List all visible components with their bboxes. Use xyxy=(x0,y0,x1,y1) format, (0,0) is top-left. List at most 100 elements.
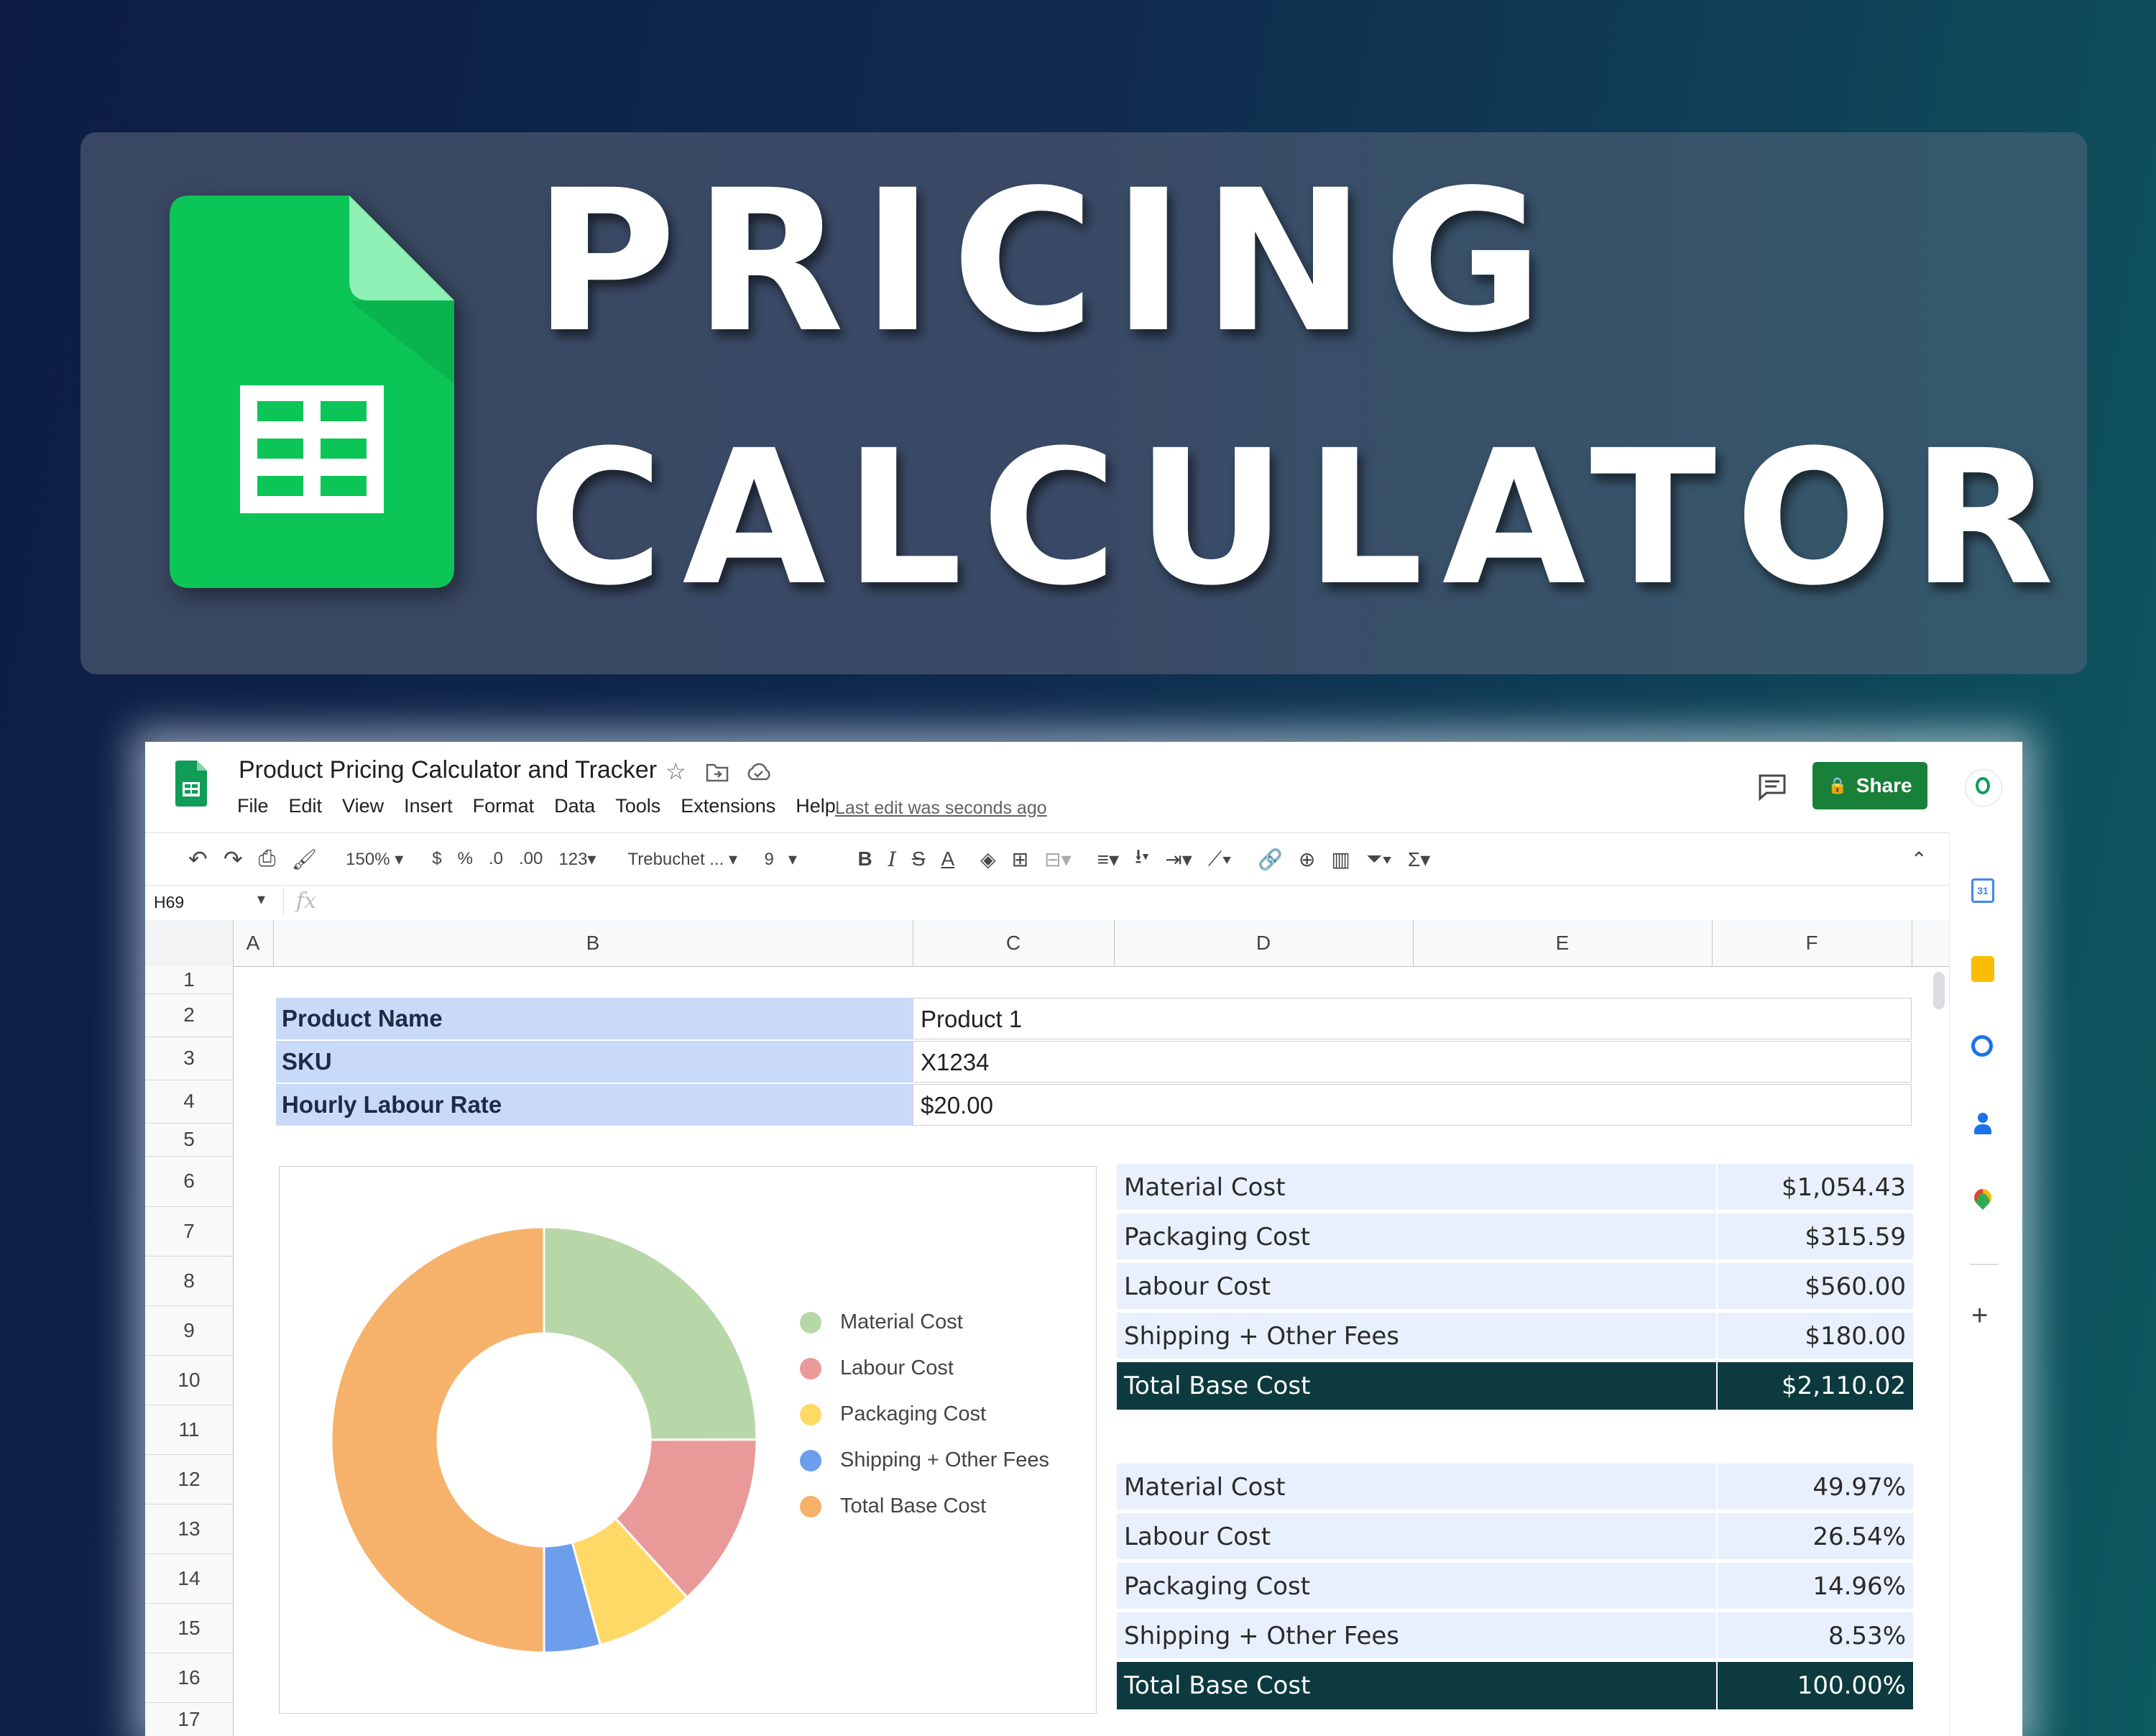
select-all-corner[interactable] xyxy=(145,920,234,966)
row-label[interactable]: Labour Cost xyxy=(1117,1513,1716,1561)
italic-button[interactable]: I xyxy=(888,848,896,871)
menu-edit[interactable]: Edit xyxy=(289,795,323,817)
font-size-select[interactable]: 9 ▾ xyxy=(764,849,829,870)
merge-cells-icon[interactable]: ⊟▾ xyxy=(1044,848,1072,871)
row-value[interactable]: 49.97% xyxy=(1716,1464,1913,1511)
move-folder-icon[interactable] xyxy=(706,762,729,782)
row-label[interactable]: Total Base Cost xyxy=(1117,1662,1716,1709)
bold-button[interactable]: B xyxy=(857,848,872,871)
row-value[interactable]: $2,110.02 xyxy=(1716,1362,1913,1410)
insert-link-icon[interactable]: 🔗 xyxy=(1258,848,1283,871)
product-name-cell[interactable]: Product 1 xyxy=(913,998,1912,1039)
row-label[interactable]: Shipping + Other Fees xyxy=(1117,1313,1716,1360)
column-header-a[interactable]: A xyxy=(233,920,274,966)
font-select[interactable]: Trebuchet ... ▾ xyxy=(627,849,737,870)
column-header-c[interactable]: C xyxy=(913,920,1115,966)
row-header[interactable]: 4 xyxy=(145,1080,233,1124)
tasks-icon[interactable] xyxy=(1971,1035,1993,1057)
row-header[interactable]: 16 xyxy=(145,1653,233,1703)
name-box-dropdown-icon[interactable]: ▾ xyxy=(257,890,265,909)
row-label[interactable]: Packaging Cost xyxy=(1117,1213,1716,1261)
legend-item[interactable]: Total Base Cost xyxy=(800,1494,986,1518)
menu-file[interactable]: File xyxy=(237,795,269,817)
filter-icon[interactable]: ⏷▾ xyxy=(1366,848,1392,871)
row-value[interactable]: $1,054.43 xyxy=(1716,1164,1913,1211)
row-header[interactable]: 7 xyxy=(145,1206,233,1257)
menu-format[interactable]: Format xyxy=(473,795,535,817)
sku-cell[interactable]: X1234 xyxy=(913,1041,1912,1083)
strikethrough-button[interactable]: S xyxy=(912,848,926,871)
redo-icon[interactable]: ↷ xyxy=(224,845,243,873)
legend-item[interactable]: Labour Cost xyxy=(800,1356,954,1380)
menu-extensions[interactable]: Extensions xyxy=(681,795,775,817)
row-header[interactable]: 1 xyxy=(145,966,233,994)
row-value[interactable]: $180.00 xyxy=(1716,1313,1913,1360)
currency-button[interactable]: $ xyxy=(432,849,441,869)
text-rotate-icon[interactable]: ⟋▾ xyxy=(1208,848,1232,871)
account-avatar[interactable] xyxy=(1965,769,2002,807)
row-header[interactable]: 9 xyxy=(145,1305,233,1356)
row-value[interactable]: 8.53% xyxy=(1716,1612,1913,1660)
row-header[interactable]: 2 xyxy=(145,993,233,1037)
percent-button[interactable]: % xyxy=(458,849,473,869)
functions-button[interactable]: Σ▾ xyxy=(1408,848,1430,871)
row-label[interactable]: Total Base Cost xyxy=(1117,1362,1716,1410)
document-title[interactable]: Product Pricing Calculator and Tracker xyxy=(239,756,657,784)
text-color-button[interactable]: A xyxy=(941,848,954,871)
row-label[interactable]: Labour Cost xyxy=(1117,1263,1716,1310)
legend-item[interactable]: Material Cost xyxy=(800,1310,963,1334)
row-header[interactable]: 13 xyxy=(145,1504,233,1554)
maps-icon[interactable] xyxy=(1971,1185,1995,1210)
menu-help[interactable]: Help xyxy=(796,795,836,817)
star-icon[interactable]: ☆ xyxy=(665,758,686,785)
row-header[interactable]: 8 xyxy=(145,1256,233,1306)
row-label[interactable]: Material Cost xyxy=(1117,1164,1716,1211)
row-header[interactable]: 15 xyxy=(145,1603,233,1653)
borders-icon[interactable]: ⊞ xyxy=(1012,848,1028,871)
donut-chart[interactable]: Material Cost Labour Cost Packaging Cost Sh… xyxy=(279,1166,1097,1714)
row-header[interactable]: 11 xyxy=(145,1405,233,1455)
vertical-align-icon[interactable]: ⭳▾ xyxy=(1135,842,1149,876)
column-header-e[interactable]: E xyxy=(1413,920,1713,966)
horizontal-align-icon[interactable]: ≡▾ xyxy=(1097,848,1119,871)
row-header[interactable]: 5 xyxy=(145,1123,233,1157)
row-label[interactable]: Packaging Cost xyxy=(1117,1563,1716,1610)
menu-view[interactable]: View xyxy=(342,795,384,817)
comments-icon[interactable] xyxy=(1758,773,1787,801)
fill-color-icon[interactable]: ◈ xyxy=(980,848,996,871)
legend-item[interactable]: Packaging Cost xyxy=(800,1402,986,1426)
keep-icon[interactable] xyxy=(1971,956,1994,982)
row-value[interactable]: 14.96% xyxy=(1716,1563,1913,1610)
insert-chart-icon[interactable]: ▥ xyxy=(1331,848,1350,871)
column-header-b[interactable]: B xyxy=(273,920,913,966)
last-edit-link[interactable]: Last edit was seconds ago xyxy=(835,798,1047,819)
row-header[interactable]: 17 xyxy=(145,1702,233,1736)
name-box[interactable]: H69 xyxy=(154,893,184,912)
row-header[interactable]: 12 xyxy=(145,1454,233,1505)
row-header[interactable]: 10 xyxy=(145,1355,233,1405)
donut-slice-material-cost[interactable] xyxy=(543,1226,758,1441)
get-addons-plus-icon[interactable]: + xyxy=(1971,1300,1988,1332)
legend-item[interactable]: Shipping + Other Fees xyxy=(800,1448,1049,1472)
paint-format-icon[interactable]: 🖌 xyxy=(292,848,318,871)
increase-decimal-button[interactable]: .00 xyxy=(519,849,543,869)
column-header-d[interactable]: D xyxy=(1114,920,1414,966)
undo-icon[interactable]: ↶ xyxy=(188,845,208,873)
sheets-app-icon[interactable] xyxy=(175,761,207,807)
cloud-saved-icon[interactable] xyxy=(746,762,772,782)
calendar-icon[interactable]: 31 xyxy=(1971,878,1994,903)
row-value[interactable]: $560.00 xyxy=(1716,1263,1913,1310)
column-header-f[interactable]: F xyxy=(1712,920,1912,966)
row-header[interactable]: 6 xyxy=(145,1156,233,1207)
zoom-select[interactable]: 150% ▾ xyxy=(346,849,403,870)
decrease-decimal-button[interactable]: .0 xyxy=(489,849,503,869)
row-label[interactable]: Shipping + Other Fees xyxy=(1117,1612,1716,1660)
row-value[interactable]: 26.54% xyxy=(1716,1513,1913,1561)
row-label[interactable]: Material Cost xyxy=(1117,1464,1716,1511)
menu-insert[interactable]: Insert xyxy=(404,795,453,817)
row-header[interactable]: 14 xyxy=(145,1553,233,1604)
hourly-rate-cell[interactable]: $20.00 xyxy=(913,1084,1912,1126)
formula-input[interactable] xyxy=(333,890,1943,914)
print-icon[interactable]: ⎙ xyxy=(259,847,276,871)
menu-tools[interactable]: Tools xyxy=(615,795,660,817)
